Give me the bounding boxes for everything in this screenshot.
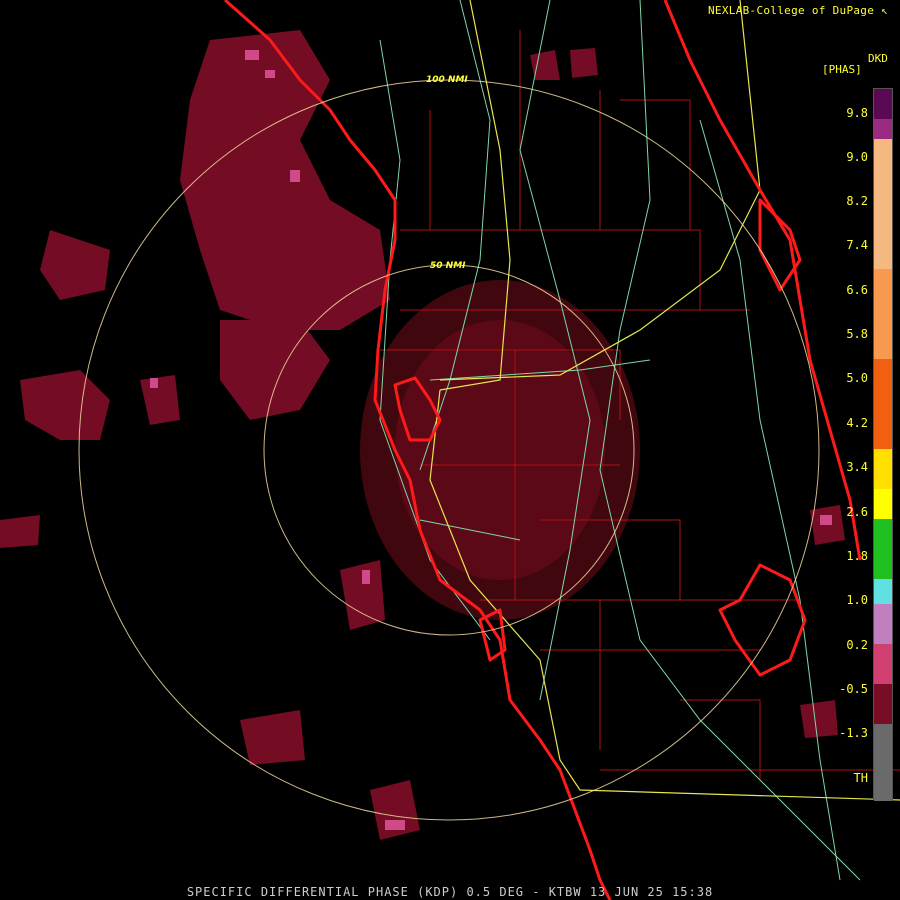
scale-tick-label: 0.2: [846, 638, 868, 652]
scale-tick-label: 3.4: [846, 460, 868, 474]
scale-tick-label: 9.0: [846, 150, 868, 164]
ring-label-100: 100 NMI: [426, 75, 468, 85]
scale-tick-label: 5.0: [846, 371, 868, 385]
color-scale-bar: [873, 88, 893, 801]
scale-tick-label: 1.0: [846, 593, 868, 607]
legend-unit: [PHAS]: [822, 63, 862, 76]
scale-tick-label: 2.6: [846, 505, 868, 519]
scale-tick-label: 4.2: [846, 416, 868, 430]
radar-map: 50 NMI 100 NMI: [0, 0, 900, 900]
scale-tick-label: TH: [853, 771, 868, 785]
credit-label: NEXLAB-College of DuPage ↖: [708, 4, 888, 17]
scale-tick-label: 7.4: [846, 238, 868, 252]
product-caption: SPECIFIC DIFFERENTIAL PHASE (KDP) 0.5 DE…: [186, 885, 714, 899]
scale-tick-label: 8.2: [846, 194, 868, 208]
scale-tick-label: -0.5: [839, 682, 868, 696]
scale-tick-label: 1.8: [846, 549, 868, 563]
scale-tick-label: 9.8: [846, 106, 868, 120]
scale-tick-label: 5.8: [846, 327, 868, 341]
ring-label-50: 50 NMI: [430, 261, 466, 271]
ground-clutter: [360, 280, 640, 620]
legend-code: DKD: [868, 52, 888, 65]
scale-tick-label: 6.6: [846, 283, 868, 297]
scale-tick-label: -1.3: [839, 726, 868, 740]
